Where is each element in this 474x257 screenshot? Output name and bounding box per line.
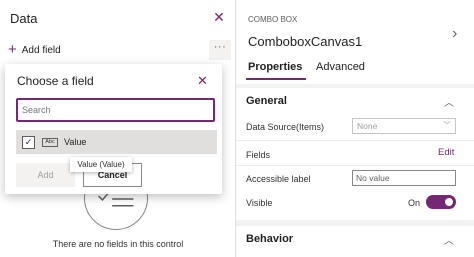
visible-state: On xyxy=(408,198,421,208)
search-input[interactable] xyxy=(16,98,215,122)
chevron-up-icon[interactable]: ︿ xyxy=(444,232,454,247)
data-source-label: Data Source(Items) xyxy=(246,122,325,132)
toggle-knob xyxy=(445,198,453,206)
add-icon: + xyxy=(8,41,17,58)
add-button[interactable]: Add xyxy=(16,163,75,187)
tab-advanced[interactable]: Advanced xyxy=(316,61,365,73)
field-option-value[interactable]: ✓ Abc Value xyxy=(16,130,217,154)
active-tab-indicator xyxy=(246,78,306,80)
fields-label: Fields xyxy=(246,150,271,160)
add-field-label: Add field xyxy=(21,44,61,56)
add-field-button[interactable]: + Add field xyxy=(8,42,61,58)
checkmark-icon[interactable]: ✓ xyxy=(22,135,35,149)
chevron-up-icon[interactable]: ︿ xyxy=(444,94,454,109)
data-source-value: None xyxy=(357,121,378,131)
edit-fields-link[interactable]: Edit xyxy=(438,147,454,158)
data-source-select[interactable]: None ﹀ xyxy=(352,118,456,134)
behavior-group: Behavior ︿ xyxy=(236,226,474,257)
general-group-title[interactable]: General xyxy=(246,95,287,107)
empty-state-text: There are no fields in this control xyxy=(52,239,184,249)
field-tooltip: Value (Value) xyxy=(70,157,132,172)
close-icon[interactable]: ✕ xyxy=(212,10,226,24)
chevron-down-icon: ﹀ xyxy=(443,121,451,130)
control-name[interactable]: ComboboxCanvas1 xyxy=(248,34,362,49)
visible-toggle[interactable] xyxy=(426,195,456,209)
more-icon[interactable]: ··· xyxy=(209,40,231,60)
dialog-title: Choose a field xyxy=(17,74,94,88)
chevron-right-icon[interactable]: › xyxy=(452,25,457,43)
accessible-label-input[interactable]: No value xyxy=(352,170,456,186)
divider xyxy=(236,140,474,141)
accessible-label-label: Accessible label xyxy=(246,174,311,184)
data-pane-title: Data xyxy=(10,11,38,26)
field-label: Value xyxy=(64,137,87,147)
behavior-group-title[interactable]: Behavior xyxy=(246,233,293,245)
close-icon[interactable]: ✕ xyxy=(197,74,208,87)
divider xyxy=(236,165,474,166)
choose-field-dialog: Choose a field ✕ ✓ Abc Value Add Cancel xyxy=(5,64,222,194)
tab-properties[interactable]: Properties xyxy=(248,61,302,73)
properties-pane: COMBO BOX ComboboxCanvas1 › Properties A… xyxy=(236,0,474,257)
control-type-label: COMBO BOX xyxy=(248,15,298,24)
properties-header: COMBO BOX ComboboxCanvas1 › Properties A… xyxy=(236,0,474,84)
text-type-icon: Abc xyxy=(42,137,58,147)
visible-label: Visible xyxy=(246,198,273,208)
